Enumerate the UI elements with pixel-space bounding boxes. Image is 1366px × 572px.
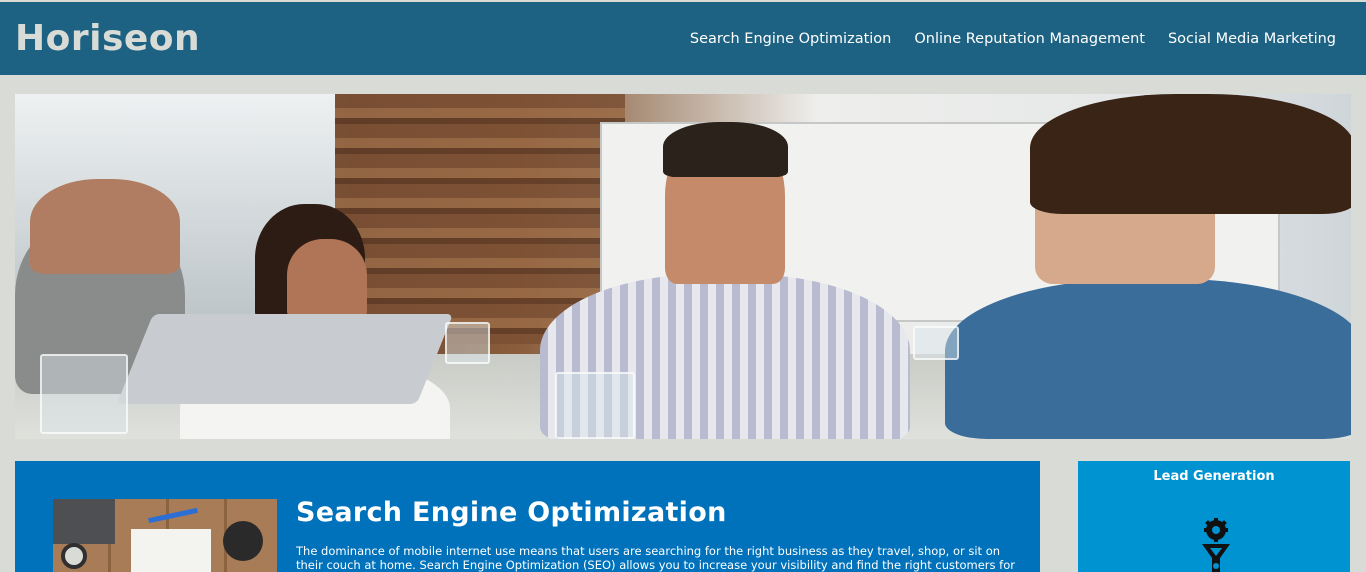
hero-laptop (116, 314, 454, 404)
hero-image (15, 94, 1351, 439)
magnifying-glass-icon (61, 543, 87, 569)
site-logo[interactable]: Horiseon (15, 18, 200, 59)
hero-glass (555, 372, 635, 439)
nav-link-social[interactable]: Social Media Marketing (1168, 31, 1336, 47)
hero-person-3-hair (663, 122, 788, 177)
hero-person-4-hair (1030, 94, 1351, 214)
main-nav: Search Engine Optimization Online Reputa… (690, 31, 1336, 47)
nav-link-reputation[interactable]: Online Reputation Management (914, 31, 1145, 47)
hero-glass (40, 354, 128, 434)
nav-link-seo[interactable]: Search Engine Optimization (690, 31, 892, 47)
pen-icon (148, 507, 198, 524)
hero-glass (913, 326, 959, 360)
seo-image (53, 499, 277, 572)
paper-icon (131, 529, 211, 572)
hero-person-2-face (287, 239, 367, 319)
hero-person-1-head (30, 179, 180, 274)
gear-funnel-icon (1202, 518, 1230, 572)
hero-person-4-body (945, 279, 1351, 439)
site-header: Horiseon Search Engine Optimization Onli… (0, 2, 1366, 75)
benefit-title: Lead Generation (1153, 469, 1275, 484)
pencil-cup-icon (223, 521, 263, 561)
seo-section: Search Engine Optimization The dominance… (15, 461, 1040, 572)
hero-glass (445, 322, 490, 364)
seo-title: Search Engine Optimization (296, 497, 727, 528)
seo-text: The dominance of mobile internet use mea… (296, 544, 1015, 572)
benefit-lead-generation: Lead Generation (1078, 461, 1350, 572)
keyboard-icon (53, 499, 115, 544)
